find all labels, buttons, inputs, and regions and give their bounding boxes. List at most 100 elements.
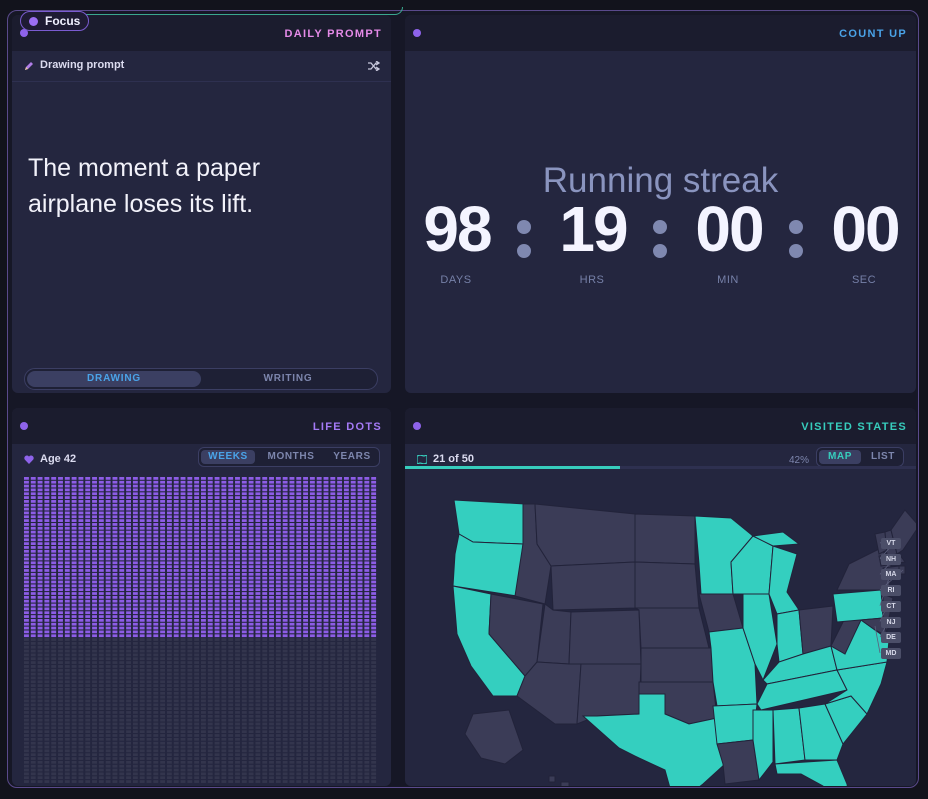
state-wy[interactable] [550,561,636,611]
remaining-week-dot [132,680,138,684]
state-tag-vt[interactable]: VT [881,538,901,549]
state-tag-nh[interactable]: NH [881,553,901,565]
lived-week-dot [112,561,118,565]
lived-week-dot [78,538,84,542]
remaining-week-dot [207,714,213,718]
state-or[interactable] [452,533,524,597]
lived-week-dot [323,488,329,492]
state-tag-ct[interactable]: CT [881,600,901,612]
lived-week-dot [160,530,166,534]
lived-week-dot [262,542,268,545]
remaining-week-dot [44,776,50,780]
state-tag-md[interactable]: MD [881,647,901,659]
lived-week-dot [98,592,104,595]
shuffle-icon[interactable] [368,61,380,71]
state-ar[interactable] [712,703,758,745]
lived-week-dot [343,615,349,618]
remaining-week-dot [343,772,349,776]
remaining-week-dot [187,707,193,711]
state-in[interactable] [776,609,804,663]
state-ak[interactable] [464,709,524,765]
lived-week-dot [64,553,70,557]
state-tag-ri[interactable]: RI [881,585,901,597]
state-nd[interactable] [634,513,696,565]
remaining-week-dot [221,714,227,718]
state-ne[interactable] [634,607,710,649]
lived-week-dot [180,503,186,507]
remaining-week-dot [269,695,274,699]
state-co[interactable] [568,609,642,665]
remaining-week-dot [166,672,172,676]
lived-week-dot [241,553,247,557]
state-fl[interactable] [774,759,853,786]
remaining-week-dot [235,665,240,668]
lived-week-dot [85,511,91,515]
remaining-week-dot [139,695,145,699]
lived-week-dot [337,603,343,607]
lived-week-dot [153,519,159,522]
lived-week-dot [323,565,329,569]
state-tag-nj[interactable]: NJ [881,616,901,628]
remaining-week-dot [235,657,240,661]
state-ia[interactable] [698,593,744,633]
state-hi[interactable] [548,775,570,786]
remaining-week-dot [173,749,179,753]
lived-week-dot [343,534,349,538]
lived-week-dot [323,588,329,592]
lived-week-dot [146,634,152,638]
remaining-week-dot [330,645,336,649]
remaining-week-dot [262,745,268,749]
remaining-week-dot [207,668,213,672]
remaining-week-dot [146,711,152,714]
state-sd[interactable] [634,561,700,609]
state-pa[interactable] [832,589,884,623]
state-ks[interactable] [640,647,714,683]
lived-week-dot [173,595,179,599]
lived-week-dot [269,557,274,561]
lived-week-dot [85,630,91,634]
remaining-week-dot [323,695,329,699]
lived-week-dot [221,607,227,611]
lived-week-dot [78,492,84,496]
remaining-week-dot [126,764,132,768]
remaining-week-dot [112,764,118,768]
remaining-week-dot [64,749,70,753]
lived-week-dot [364,484,370,488]
remaining-week-dot [262,668,268,672]
state-tag-ma[interactable]: MA [881,569,901,581]
focus-tab[interactable]: Focus [20,11,90,31]
mode-writing-button[interactable]: WRITING [201,371,375,387]
lived-week-dot [255,634,261,638]
lived-week-dot [228,477,234,480]
lived-week-dot [303,492,309,496]
lived-week-dot [126,607,132,611]
remaining-week-dot [30,764,36,768]
lived-week-dot [112,595,118,599]
lived-week-dot [98,553,104,557]
lived-week-dot [194,484,200,488]
remaining-week-dot [64,714,70,718]
remaining-week-dot [119,753,125,757]
lived-week-dot [316,534,322,538]
lived-week-dot [180,630,186,634]
lived-week-dot [146,500,152,503]
lived-week-dot [166,607,172,611]
state-tag-de[interactable]: DE [881,632,901,644]
remaining-week-dot [166,714,172,718]
remaining-week-dot [248,711,254,714]
remaining-week-dot [24,691,29,695]
remaining-week-dot [371,745,377,749]
remaining-week-dot [78,760,84,764]
state-mt[interactable] [534,503,636,567]
mode-drawing-button[interactable]: DRAWING [27,371,201,387]
remaining-week-dot [160,665,166,668]
lived-week-dot [160,634,166,638]
remaining-week-dot [241,645,247,649]
lived-week-dot [371,526,377,530]
remaining-week-dot [350,672,356,676]
state-la[interactable] [716,739,760,785]
remaining-week-dot [98,722,104,726]
lived-week-dot [316,611,322,615]
lived-week-dot [58,477,63,480]
lived-week-dot [105,630,111,634]
